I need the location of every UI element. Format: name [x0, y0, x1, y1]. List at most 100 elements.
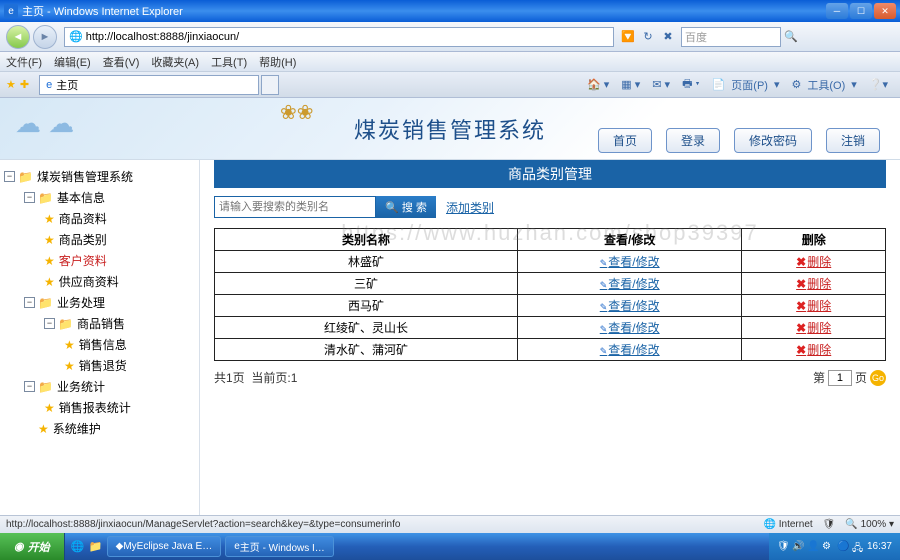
tree-statistics[interactable]: −📁业务统计 — [4, 376, 195, 397]
ie-icon: e — [4, 4, 18, 18]
tree-item-customer-info[interactable]: ★客户资料 — [4, 250, 195, 271]
tray-icon[interactable]: 🛡 — [777, 541, 789, 553]
address-bar[interactable]: 🌐 — [64, 27, 614, 47]
tree-item-sales-return[interactable]: ★销售退货 — [4, 355, 195, 376]
minimize-button[interactable]: ─ — [826, 3, 848, 19]
leaves-decoration: ❀❀ — [280, 100, 314, 125]
zoom-level[interactable]: 🔍 100% ▾ — [845, 519, 894, 530]
new-tab-button[interactable] — [261, 75, 279, 95]
tray-icon[interactable]: 👤 — [807, 541, 819, 553]
top-btn-password[interactable]: 修改密码 — [734, 128, 812, 153]
edit-link[interactable]: ✎查看/修改 — [600, 299, 660, 313]
search-go-icon[interactable]: 🔍 — [782, 28, 800, 46]
sidebar-tree: −📁煤炭销售管理系统 −📁基本信息 ★商品资料 ★商品类别 ★客户资料 ★供应商… — [0, 160, 200, 515]
add-favorite-icon[interactable]: ✚ — [20, 78, 29, 91]
help-icon[interactable]: ❔▾ — [869, 78, 888, 91]
menu-bar: 文件(F) 编辑(E) 查看(V) 收藏夹(A) 工具(T) 帮助(H) — [0, 52, 900, 72]
add-category-link[interactable]: 添加类别 — [446, 199, 494, 216]
tree-item-product-category[interactable]: ★商品类别 — [4, 229, 195, 250]
menu-tools[interactable]: 工具(T) — [211, 54, 247, 70]
back-button[interactable]: ◄ — [6, 25, 30, 49]
delete-link[interactable]: ✖删除 — [796, 277, 831, 291]
system-title: 煤炭销售管理系统 — [354, 113, 546, 145]
quick-launch-icon[interactable]: 🌐 — [71, 540, 85, 553]
system-tray: 🛡 🔊 👤 ⚙ 🔵 🖧 16:37 — [769, 533, 900, 560]
table-row: 三矿✎查看/修改✖删除 — [215, 273, 886, 295]
tray-icon[interactable]: ⚙ — [822, 541, 834, 553]
edit-link[interactable]: ✎查看/修改 — [600, 255, 660, 269]
tree-item-system-maint[interactable]: ★系统维护 — [4, 418, 195, 439]
tree-root[interactable]: −📁煤炭销售管理系统 — [4, 166, 195, 187]
pager-prefix: 第 — [813, 369, 825, 386]
delete-link[interactable]: ✖删除 — [796, 321, 831, 335]
tray-icon[interactable]: 🖧 — [852, 541, 864, 553]
cell-name: 清水矿、蒲河矿 — [215, 339, 518, 361]
menu-file[interactable]: 文件(F) — [6, 54, 42, 70]
taskbar-app-myeclipse[interactable]: ◆ MyEclipse Java E… — [107, 536, 222, 557]
delete-link[interactable]: ✖删除 — [796, 299, 831, 313]
feeds-icon[interactable]: ▦ ▾ — [621, 78, 640, 91]
edit-link[interactable]: ✎查看/修改 — [600, 343, 660, 357]
col-edit: 查看/修改 — [518, 229, 742, 251]
windows-taskbar: ◉ 开始 🌐 📁 ◆ MyEclipse Java E… e 主页 - Wind… — [0, 533, 900, 560]
top-btn-home[interactable]: 首页 — [598, 128, 652, 153]
table-row: 林盛矿✎查看/修改✖删除 — [215, 251, 886, 273]
col-name: 类别名称 — [215, 229, 518, 251]
tree-item-sales-info[interactable]: ★销售信息 — [4, 334, 195, 355]
refresh-button[interactable]: ↻ — [639, 28, 657, 46]
taskbar-app-ie[interactable]: e 主页 - Windows I… — [225, 536, 334, 557]
menu-favorites[interactable]: 收藏夹(A) — [151, 54, 199, 70]
tab-tools: 🏠 ▾ ▦ ▾ ✉ ▾ 🖶 ▾ 📄 页面(P) ▾ ⚙ 工具(O) ▾ ❔▾ — [581, 75, 894, 94]
tree-sales[interactable]: −📁商品销售 — [4, 313, 195, 334]
tree-basic-info[interactable]: −📁基本信息 — [4, 187, 195, 208]
tree-item-sales-report[interactable]: ★销售报表统计 — [4, 397, 195, 418]
mail-icon[interactable]: ✉ ▾ — [652, 78, 670, 91]
cloud-decoration: ☁ ☁ — [15, 108, 74, 139]
forward-button[interactable]: ► — [33, 25, 57, 49]
page-icon: 🌐 — [69, 30, 83, 43]
start-button[interactable]: ◉ 开始 — [0, 533, 65, 560]
tab-bar: ★ ✚ e 主页 🏠 ▾ ▦ ▾ ✉ ▾ 🖶 ▾ 📄 页面(P) ▾ ⚙ 工具(… — [0, 72, 900, 98]
pager-go-button[interactable]: Go — [870, 370, 886, 386]
delete-link[interactable]: ✖删除 — [796, 255, 831, 269]
menu-edit[interactable]: 编辑(E) — [54, 54, 91, 70]
search-provider-label: 百度 — [685, 29, 707, 45]
close-button[interactable]: ✕ — [874, 3, 896, 19]
maximize-button[interactable]: ☐ — [850, 3, 872, 19]
url-input[interactable] — [86, 31, 609, 43]
top-btn-logout[interactable]: 注销 — [826, 128, 880, 153]
edit-link[interactable]: ✎查看/修改 — [600, 277, 660, 291]
pager-suffix: 页 — [855, 369, 867, 386]
tree-item-product-info[interactable]: ★商品资料 — [4, 208, 195, 229]
tray-icon[interactable]: 🔵 — [837, 541, 849, 553]
table-row: 西马矿 ✎查看/修改 ✖删除 — [215, 295, 886, 317]
search-provider-box[interactable]: 百度 — [681, 27, 781, 47]
table-row: 红绫矿、灵山长✎查看/修改✖删除 — [215, 317, 886, 339]
top-btn-login[interactable]: 登录 — [666, 128, 720, 153]
main-panel: https://www.huzhan.com/shop39397 商品类别管理 … — [200, 160, 900, 515]
go-button[interactable]: 🔽 — [619, 28, 637, 46]
status-bar: http://localhost:8888/jinxiaocun/ManageS… — [0, 515, 900, 533]
status-url: http://localhost:8888/jinxiaocun/ManageS… — [6, 519, 400, 530]
tray-icon[interactable]: 🔊 — [792, 541, 804, 553]
stop-button[interactable]: ✖ — [659, 28, 677, 46]
tree-item-supplier-info[interactable]: ★供应商资料 — [4, 271, 195, 292]
home-icon[interactable]: 🏠 ▾ — [587, 78, 609, 91]
pager-goto-input[interactable] — [828, 370, 852, 386]
cell-name: 西马矿 — [215, 295, 518, 317]
print-icon[interactable]: 🖶 ▾ — [682, 75, 700, 94]
quick-launch-icon-2[interactable]: 📁 — [89, 540, 103, 553]
menu-view[interactable]: 查看(V) — [103, 54, 140, 70]
edit-link[interactable]: ✎查看/修改 — [600, 321, 660, 335]
search-button[interactable]: 🔍搜 索 — [376, 196, 436, 218]
tree-business[interactable]: −📁业务处理 — [4, 292, 195, 313]
search-row: 🔍搜 索 添加类别 — [214, 196, 886, 218]
tools-menu[interactable]: ⚙ 工具(O) ▾ — [791, 77, 856, 93]
menu-help[interactable]: 帮助(H) — [259, 54, 296, 70]
category-search-input[interactable] — [214, 196, 376, 218]
clock[interactable]: 16:37 — [867, 541, 892, 552]
browser-tab[interactable]: e 主页 — [39, 75, 259, 95]
page-menu[interactable]: 📄 页面(P) ▾ — [712, 77, 780, 93]
delete-link[interactable]: ✖删除 — [796, 343, 831, 357]
favorites-star-icon[interactable]: ★ — [6, 78, 16, 91]
